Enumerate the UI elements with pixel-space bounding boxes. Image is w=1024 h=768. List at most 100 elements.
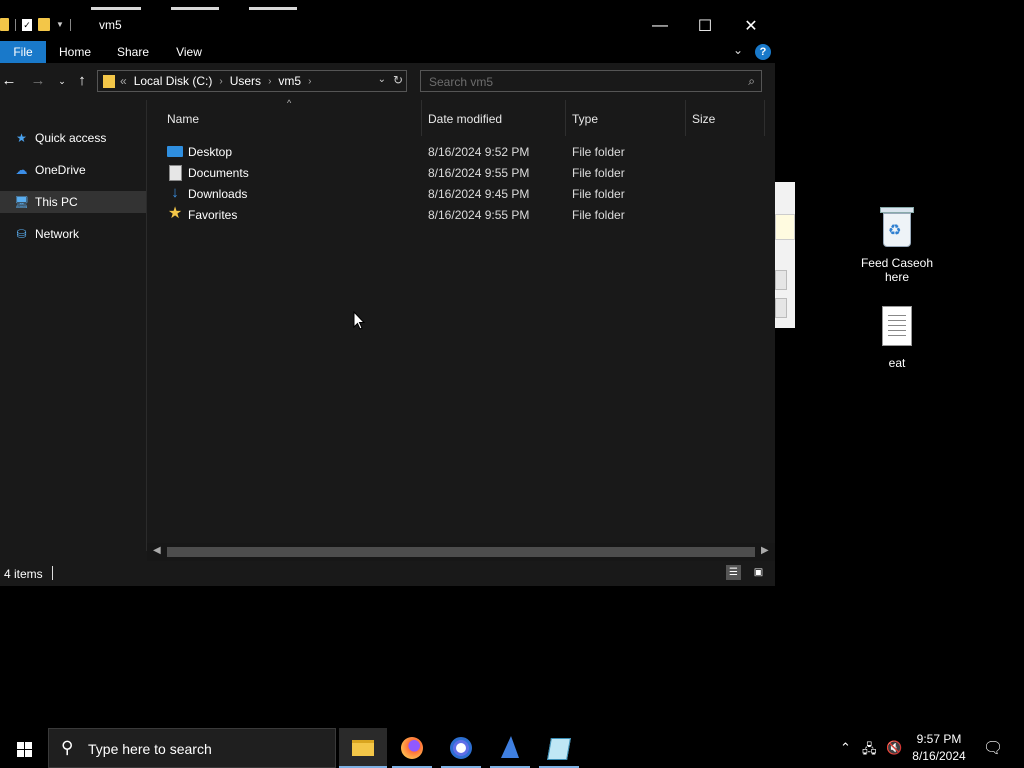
tab-view[interactable]: View — [166, 41, 212, 63]
refresh-icon[interactable]: ↻ — [393, 73, 403, 87]
search-input[interactable]: Search vm5 ⌕ — [420, 70, 762, 92]
show-hidden-icons-icon[interactable]: ⌃ — [840, 740, 851, 756]
file-date: 8/16/2024 9:55 PM — [428, 166, 530, 180]
scrollbar-thumb[interactable] — [167, 547, 755, 557]
chrome-center-icon — [456, 743, 466, 753]
minimize-button[interactable]: — — [637, 10, 683, 41]
tab-file[interactable]: File — [0, 41, 46, 63]
text-document-icon — [882, 306, 912, 346]
search-icon[interactable]: ⌕ — [748, 74, 755, 89]
close-button[interactable]: ✕ — [728, 10, 774, 41]
sidebar-item-quick-access[interactable]: ★ Quick access — [0, 127, 146, 149]
file-date: 8/16/2024 9:55 PM — [428, 208, 530, 222]
horizontal-scrollbar[interactable]: ◀ ▶ — [147, 543, 775, 561]
table-row[interactable]: ★ Favorites 8/16/2024 9:55 PM File folde… — [147, 204, 767, 225]
new-folder-icon[interactable] — [38, 18, 50, 31]
quick-access-toolbar: ✓ ▼ — [0, 18, 71, 31]
back-button[interactable]: ← — [0, 72, 18, 90]
breadcrumb-item[interactable]: vm5 — [278, 74, 301, 88]
customize-toolbar-icon[interactable]: ▼ — [56, 20, 64, 29]
up-button[interactable]: ↑ — [73, 72, 91, 90]
title-bar: ✓ ▼ vm5 — ☐ ✕ — [0, 10, 775, 41]
background-window-field — [775, 214, 795, 240]
sidebar-item-network[interactable]: ⛁ Network — [0, 223, 146, 245]
details-view-icon[interactable]: ☰ — [726, 565, 741, 580]
sidebar-item-onedrive[interactable]: ☁ OneDrive — [0, 159, 146, 181]
column-divider[interactable] — [421, 100, 422, 136]
windows-logo-icon — [17, 742, 24, 749]
taskbar-app-notepad[interactable] — [535, 728, 583, 768]
breadcrumb-item[interactable]: Users — [230, 74, 261, 88]
start-button[interactable] — [0, 728, 48, 768]
table-row[interactable]: Desktop 8/16/2024 9:52 PM File folder — [147, 141, 767, 162]
column-divider[interactable] — [764, 100, 765, 136]
background-window-button[interactable] — [775, 270, 787, 290]
column-header-date[interactable]: Date modified — [428, 112, 502, 126]
expand-ribbon-icon[interactable]: ⌄ — [733, 43, 743, 57]
folder-icon[interactable] — [0, 18, 9, 31]
computer-icon: 🖥 — [14, 194, 30, 209]
column-header-name[interactable]: Name — [167, 112, 199, 126]
firefox-icon — [401, 737, 423, 759]
column-header-size[interactable]: Size — [692, 112, 715, 126]
taskbar-search-input[interactable]: ⚲ Type here to search — [48, 728, 336, 768]
clock-time: 9:57 PM — [916, 732, 962, 746]
sidebar-item-label: This PC — [35, 195, 78, 209]
item-count: 4 items — [4, 567, 43, 581]
taskbar-app-sail[interactable] — [486, 728, 534, 768]
address-bar[interactable]: « Local Disk (C:) › Users › vm5 › ⌄ ↻ — [97, 70, 407, 92]
navigation-bar: ← → ⌄ ↑ « Local Disk (C:) › Users › vm5 … — [0, 63, 775, 100]
folder-icon — [103, 75, 115, 88]
recent-locations-button[interactable]: ⌄ — [53, 72, 71, 90]
desktop-icon-eat[interactable]: eat — [857, 306, 937, 370]
file-explorer-icon — [352, 740, 374, 756]
background-window-button[interactable] — [775, 298, 787, 318]
breadcrumb-overflow[interactable]: « — [120, 74, 127, 88]
taskbar-app-firefox[interactable] — [388, 728, 436, 768]
maximize-button[interactable]: ☐ — [682, 10, 728, 41]
desktop-folder-icon — [167, 146, 183, 157]
network-status-icon[interactable]: 🖧 — [862, 740, 877, 762]
mouse-cursor-icon — [353, 311, 366, 330]
file-name: Documents — [188, 166, 249, 180]
search-icon: ⚲ — [61, 738, 74, 757]
table-row[interactable]: Documents 8/16/2024 9:55 PM File folder — [147, 162, 767, 183]
forward-button[interactable]: → — [29, 72, 47, 90]
scroll-right-icon[interactable]: ▶ — [761, 545, 769, 556]
breadcrumb: « Local Disk (C:) › Users › vm5 › — [120, 74, 311, 88]
column-divider[interactable] — [685, 100, 686, 136]
desktop-icon-recycle-bin[interactable]: ♻ Feed Caseoh here — [857, 207, 937, 284]
cloud-icon: ☁ — [15, 162, 28, 177]
help-icon[interactable]: ? — [755, 44, 771, 60]
tab-home[interactable]: Home — [52, 41, 98, 63]
chevron-right-icon[interactable]: › — [219, 76, 222, 87]
system-clock[interactable]: 9:57 PM 8/16/2024 — [904, 731, 974, 765]
breadcrumb-item[interactable]: Local Disk (C:) — [134, 74, 213, 88]
chevron-right-icon[interactable]: › — [308, 76, 311, 87]
chevron-right-icon[interactable]: › — [268, 76, 271, 87]
table-row[interactable]: ↓ Downloads 8/16/2024 9:45 PM File folde… — [147, 183, 767, 204]
notifications-icon[interactable]: 🗨 — [983, 738, 1003, 758]
taskbar-app-file-explorer[interactable] — [339, 728, 387, 768]
sort-ascending-icon: ^ — [287, 98, 292, 108]
sidebar-item-this-pc[interactable]: 🖥 This PC — [0, 191, 146, 213]
sidebar-item-label: OneDrive — [35, 163, 86, 177]
recycle-bin-icon: ♻ — [880, 207, 914, 247]
background-window[interactable] — [775, 182, 795, 328]
tab-share[interactable]: Share — [110, 41, 156, 63]
scroll-left-icon[interactable]: ◀ — [153, 545, 161, 556]
desktop-icon-label: eat — [888, 356, 906, 370]
clock-date: 8/16/2024 — [912, 749, 966, 763]
network-icon: ⛁ — [16, 226, 27, 241]
chevron-down-icon[interactable]: ⌄ — [378, 74, 386, 85]
volume-muted-icon[interactable]: 🔇 — [886, 740, 902, 756]
documents-folder-icon — [169, 165, 182, 181]
properties-icon[interactable]: ✓ — [22, 18, 32, 31]
large-icons-view-icon[interactable]: ▣ — [751, 565, 766, 580]
column-header-type[interactable]: Type — [572, 112, 598, 126]
file-type: File folder — [572, 187, 625, 201]
downloads-folder-icon: ↓ — [171, 184, 179, 201]
file-date: 8/16/2024 9:52 PM — [428, 145, 530, 159]
column-divider[interactable] — [565, 100, 566, 136]
taskbar-app-chrome[interactable] — [437, 728, 485, 768]
